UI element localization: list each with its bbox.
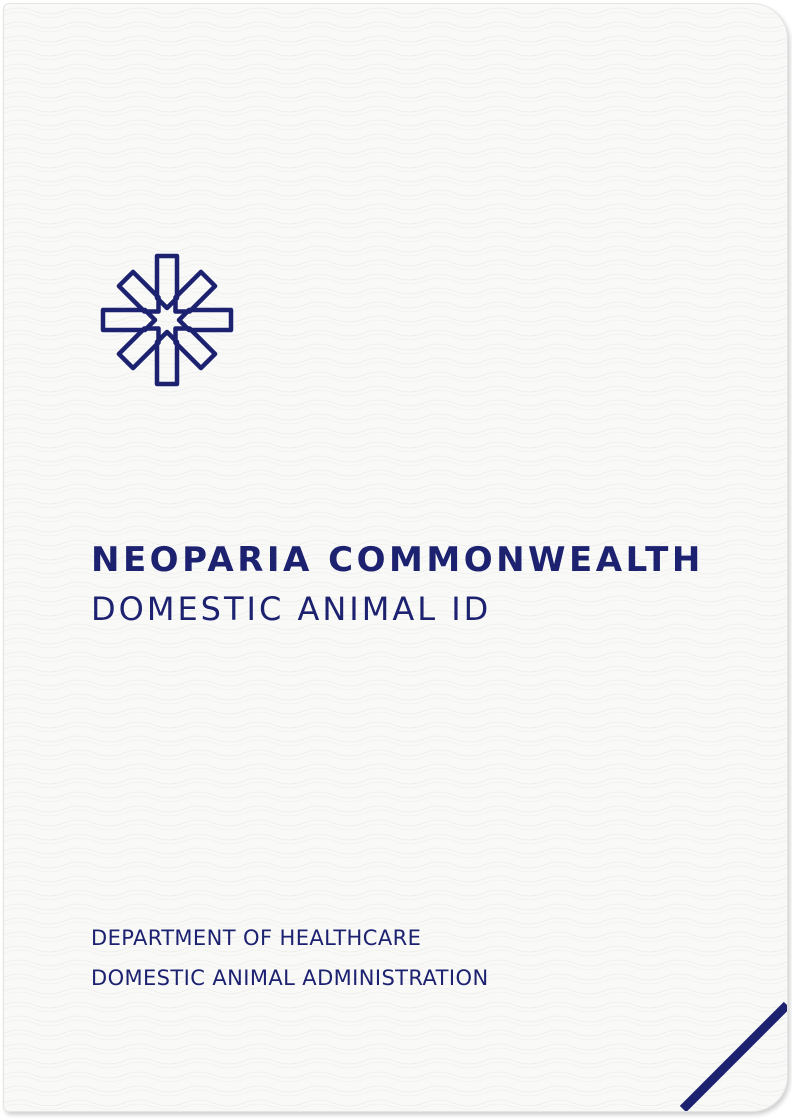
- corner-ribbon: [679, 1001, 787, 1111]
- document-cover: NEOPARIA COMMONWEALTH DOMESTIC ANIMAL ID…: [3, 3, 788, 1112]
- department-line-2: DOMESTIC ANIMAL ADMINISTRATION: [91, 966, 489, 990]
- eight-point-star-emblem-icon: [100, 253, 234, 387]
- issuing-authority: DEPARTMENT OF HEALTHCARE DOMESTIC ANIMAL…: [91, 918, 489, 998]
- document-type-subtitle: DOMESTIC ANIMAL ID: [91, 590, 492, 628]
- department-line-1: DEPARTMENT OF HEALTHCARE: [91, 926, 422, 950]
- country-title: NEOPARIA COMMONWEALTH: [91, 540, 704, 580]
